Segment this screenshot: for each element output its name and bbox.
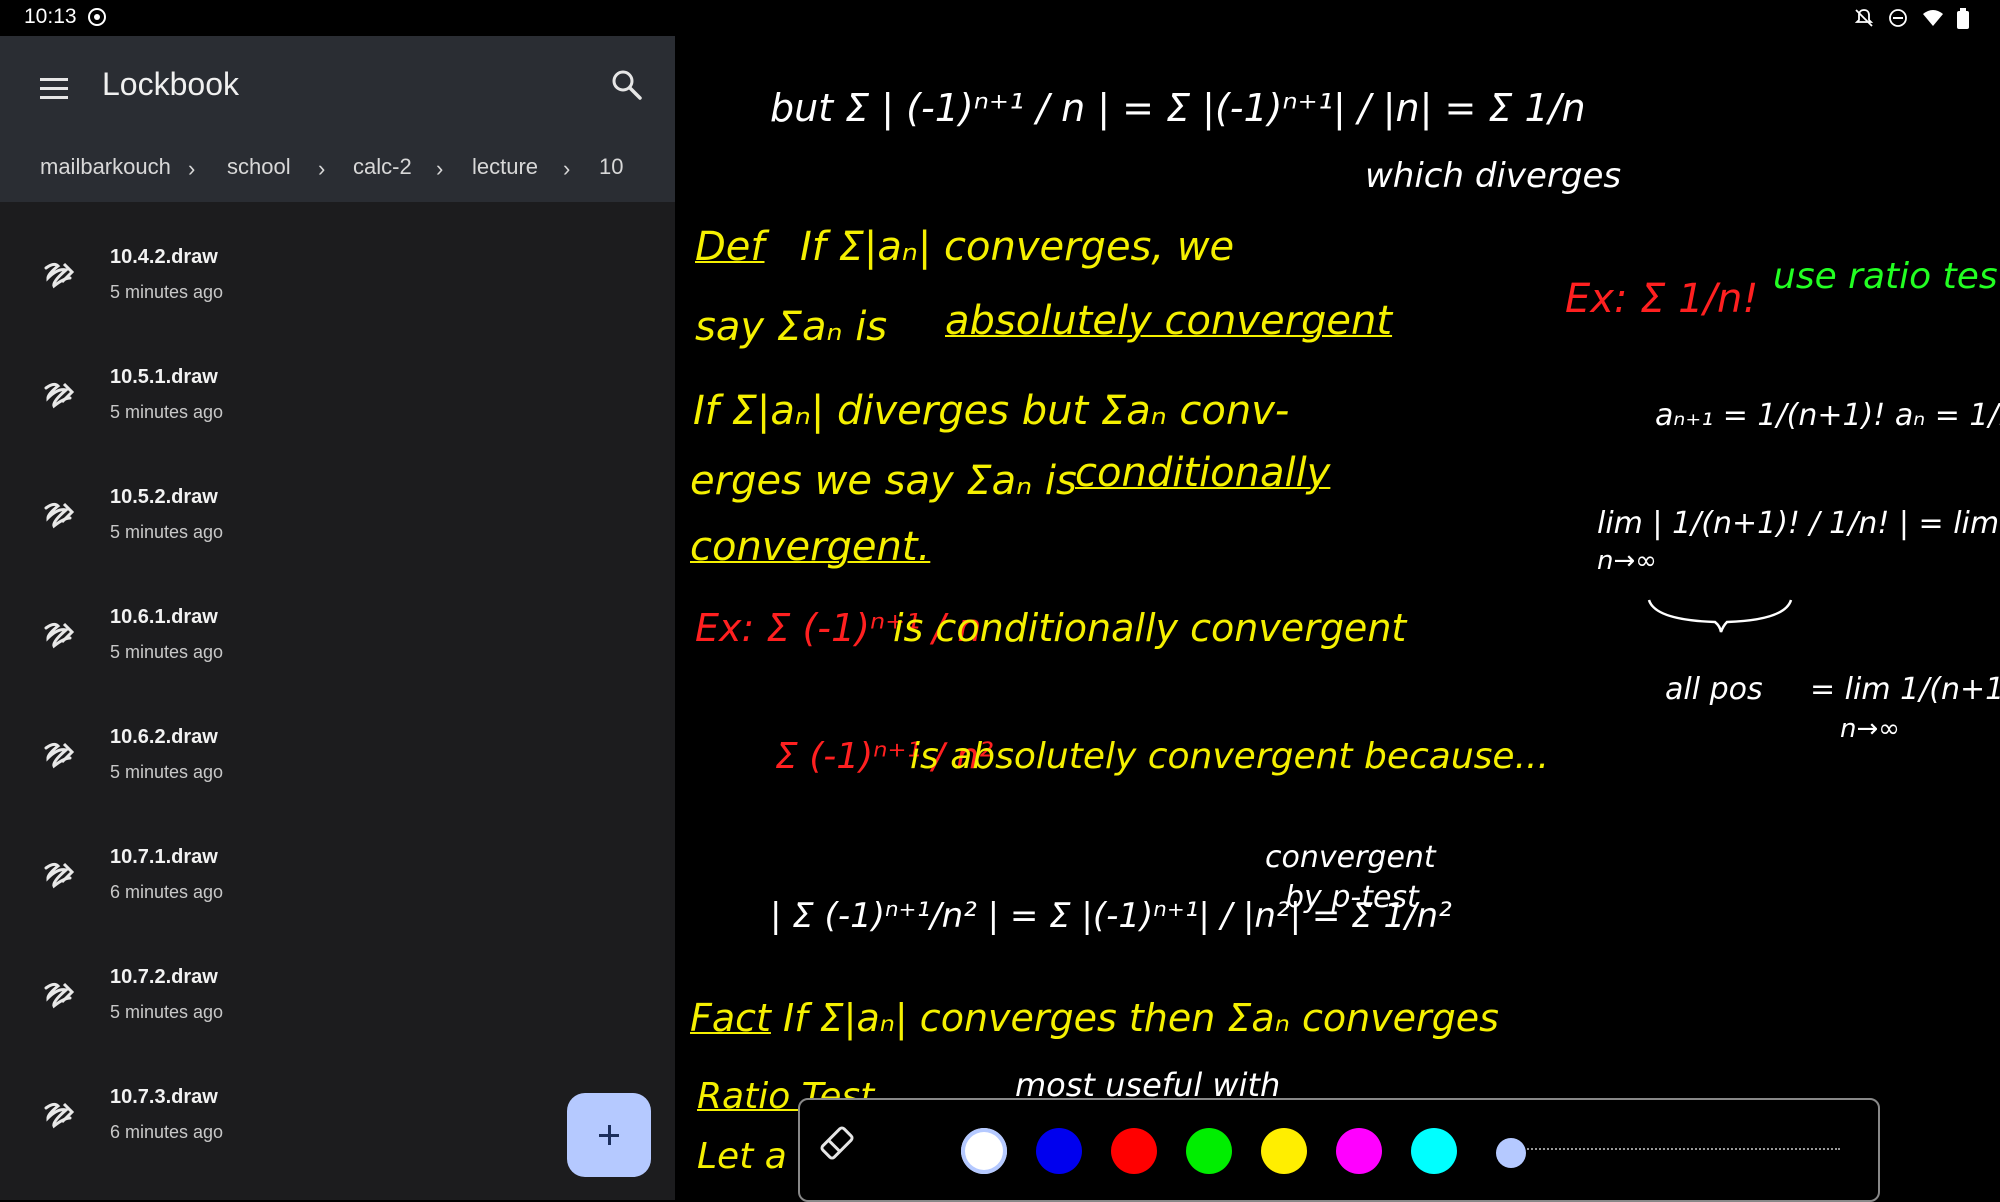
handwritten-line: n→∞ [1840, 714, 1900, 744]
breadcrumb-item[interactable]: calc-2 [353, 154, 412, 180]
handwritten-line: absolutely convergent [945, 298, 1393, 344]
file-name: 10.6.2.draw [110, 726, 218, 748]
file-name: 10.5.2.draw [110, 486, 218, 508]
eraser-icon[interactable] [816, 1122, 858, 1164]
file-sidebar: Lockbook mailbarkouch › school › calc-2 … [0, 36, 675, 1200]
handwritten-line: n→∞ [1597, 546, 1657, 576]
file-name: 10.7.1.draw [110, 846, 218, 868]
color-swatch-red[interactable] [1111, 1128, 1157, 1174]
handwritten-line: If Σ|aₙ| converges, we [800, 224, 1235, 270]
color-swatch-black[interactable] [886, 1128, 932, 1174]
menu-icon[interactable] [40, 74, 68, 104]
color-swatch-yellow[interactable] [1261, 1128, 1307, 1174]
handwritten-line: Ex: Σ 1/n! [1565, 276, 1759, 322]
color-swatch-white[interactable] [961, 1128, 1007, 1174]
status-bar: 10:13 [0, 0, 2000, 36]
list-item[interactable]: 10.5.2.draw 5 minutes ago [0, 476, 675, 586]
breadcrumb-item[interactable]: mailbarkouch [40, 154, 171, 180]
underbrace-icon [1647, 599, 1793, 633]
list-item[interactable]: 10.7.1.draw 6 minutes ago [0, 836, 675, 946]
drawing-canvas[interactable]: but Σ | (-1)ⁿ⁺¹ / n | = Σ |(-1)ⁿ⁺¹| / |n… [675, 36, 2000, 1200]
drawing-file-icon [40, 738, 76, 774]
app-title: Lockbook [102, 66, 239, 102]
color-swatch-cyan[interactable] [1411, 1128, 1457, 1174]
drawing-file-icon [40, 978, 76, 1014]
stroke-width-slider-thumb[interactable] [1496, 1138, 1526, 1168]
handwritten-line: say Σaₙ is [695, 304, 888, 350]
handwritten-line: is conditionally convergent [893, 606, 1407, 650]
handwritten-line: Def [695, 224, 765, 270]
breadcrumb-item[interactable]: lecture [472, 154, 538, 180]
chevron-right-icon: › [318, 156, 326, 181]
create-file-button[interactable] [567, 1093, 651, 1177]
file-modified-time: 5 minutes ago [110, 762, 224, 782]
breadcrumb-item[interactable]: 10 [599, 154, 623, 180]
handwritten-line: convergent [1265, 840, 1436, 875]
color-swatch-magenta[interactable] [1336, 1128, 1382, 1174]
handwritten-line: conditionally [1075, 450, 1331, 496]
color-swatch-blue[interactable] [1036, 1128, 1082, 1174]
file-name: 10.5.1.draw [110, 366, 218, 388]
handwritten-line: but Σ | (-1)ⁿ⁺¹ / n | = Σ |(-1)ⁿ⁺¹| / |n… [770, 86, 1586, 130]
handwritten-line: which diverges [1365, 156, 1622, 196]
handwritten-line: use ratio test [1773, 256, 2000, 297]
status-icons [1854, 6, 1976, 30]
notification-dot-icon [88, 8, 106, 26]
file-modified-time: 5 minutes ago [110, 522, 224, 542]
file-name: 10.7.2.draw [110, 966, 218, 988]
file-modified-time: 5 minutes ago [110, 1002, 224, 1022]
file-modified-time: 5 minutes ago [110, 282, 224, 302]
handwritten-line: is absolutely convergent because... [910, 736, 1549, 777]
chevron-right-icon: › [436, 156, 444, 181]
handwritten-line: If Σ|aₙ| diverges but Σaₙ conv- [693, 388, 1290, 434]
drawing-file-icon [40, 258, 76, 294]
handwritten-line: If Σ|aₙ| converges then Σaₙ converges [783, 996, 1499, 1040]
app-bar: Lockbook mailbarkouch › school › calc-2 … [0, 36, 675, 202]
breadcrumb-item[interactable]: school [227, 154, 291, 180]
breadcrumb: mailbarkouch › school › calc-2 › lecture… [0, 154, 675, 190]
color-swatch-green[interactable] [1186, 1128, 1232, 1174]
status-time: 10:13 [24, 5, 77, 28]
dnd-icon [1888, 8, 1908, 28]
drawing-file-icon [40, 498, 76, 534]
pen-toolbar [798, 1098, 1880, 1202]
drawing-file-icon [40, 618, 76, 654]
handwritten-line: aₙ₊₁ = 1/(n+1)! aₙ = 1/n! [1655, 398, 2000, 433]
file-name: 10.4.2.draw [110, 246, 218, 268]
stroke-width-slider[interactable] [1500, 1148, 1840, 1154]
file-modified-time: 5 minutes ago [110, 402, 224, 422]
handwritten-line: Fact [690, 996, 771, 1040]
drawing-file-icon [40, 1098, 76, 1134]
list-item[interactable]: 10.5.1.draw 5 minutes ago [0, 356, 675, 466]
wifi-icon [1922, 8, 1943, 28]
list-item[interactable]: 10.6.2.draw 5 minutes ago [0, 716, 675, 826]
handwritten-line: by p-test [1285, 880, 1419, 915]
chevron-right-icon: › [563, 156, 571, 181]
handwritten-line: all pos [1665, 672, 1763, 707]
list-item[interactable]: 10.6.1.draw 5 minutes ago [0, 596, 675, 706]
drawing-file-icon [40, 858, 76, 894]
battery-icon [1956, 8, 1976, 29]
file-modified-time: 5 minutes ago [110, 642, 224, 662]
handwritten-line: = lim 1/(n+1) = [1810, 672, 2000, 707]
bell-off-icon [1854, 8, 1874, 28]
list-item[interactable]: 10.7.2.draw 5 minutes ago [0, 956, 675, 1066]
file-modified-time: 6 minutes ago [110, 882, 224, 902]
file-modified-time: 6 minutes ago [110, 1122, 224, 1142]
file-name: 10.7.3.draw [110, 1086, 218, 1108]
handwritten-line: Let a [697, 1136, 787, 1177]
handwritten-line: convergent. [690, 524, 931, 570]
handwritten-line: lim | 1/(n+1)! / 1/n! | = lim n!/(n+1)! [1597, 506, 2000, 541]
file-name: 10.6.1.draw [110, 606, 218, 628]
handwritten-line: erges we say Σaₙ is [690, 458, 1077, 504]
search-icon[interactable] [610, 68, 644, 102]
chevron-right-icon: › [188, 156, 196, 181]
list-item[interactable]: 10.4.2.draw 5 minutes ago [0, 236, 675, 346]
drawing-file-icon [40, 378, 76, 414]
